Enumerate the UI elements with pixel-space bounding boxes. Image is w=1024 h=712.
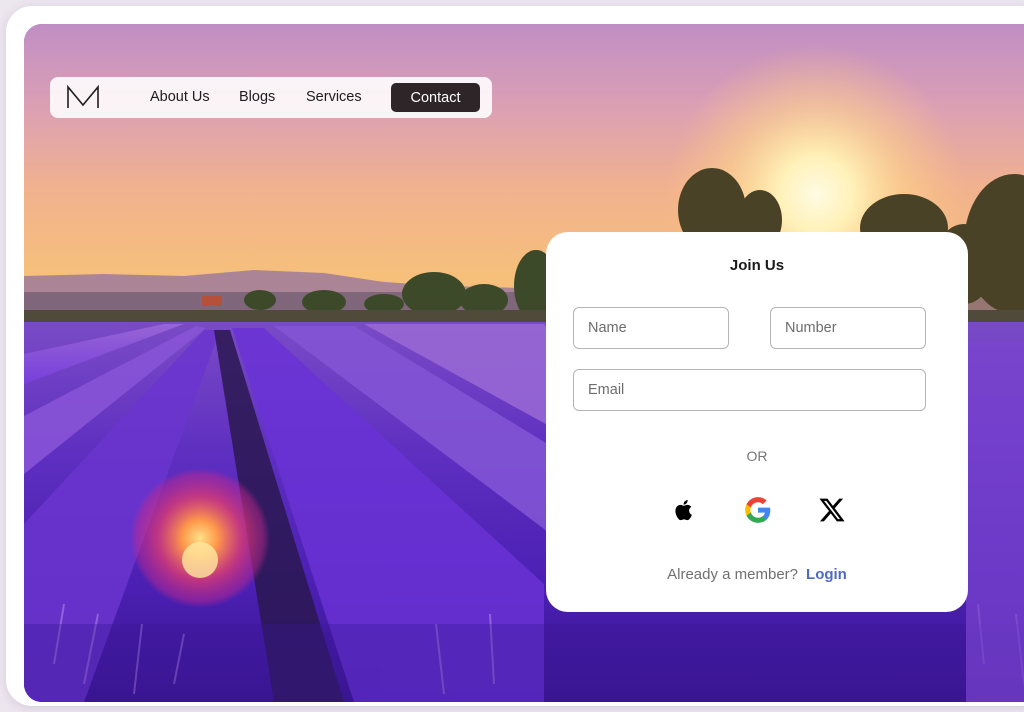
x-login-button[interactable]: [818, 496, 846, 524]
login-link[interactable]: Login: [806, 566, 847, 583]
nav-link-services[interactable]: Services: [306, 89, 362, 105]
logo-m-icon[interactable]: [66, 84, 100, 110]
number-input[interactable]: [770, 307, 926, 349]
name-input[interactable]: [573, 307, 729, 349]
google-login-button[interactable]: [744, 496, 772, 524]
device-frame: About Us Blogs Services Contact Join Us …: [6, 6, 1024, 706]
contact-button[interactable]: Contact: [391, 83, 480, 112]
nav-link-about-us[interactable]: About Us: [150, 89, 210, 105]
apple-icon: [675, 500, 692, 521]
already-member-row: Already a member? Login: [546, 566, 968, 583]
join-us-title: Join Us: [729, 257, 785, 274]
email-input[interactable]: [573, 369, 926, 411]
already-member-text: Already a member?: [667, 566, 799, 583]
nav-link-blogs[interactable]: Blogs: [239, 89, 275, 105]
or-divider-label: OR: [746, 448, 768, 464]
top-navbar: About Us Blogs Services Contact: [50, 77, 492, 118]
x-icon: [819, 498, 845, 522]
join-us-card: Join Us OR: [546, 232, 968, 612]
google-icon: [745, 497, 771, 523]
hero-screen: About Us Blogs Services Contact Join Us …: [24, 24, 1024, 702]
apple-login-button[interactable]: [670, 496, 698, 524]
